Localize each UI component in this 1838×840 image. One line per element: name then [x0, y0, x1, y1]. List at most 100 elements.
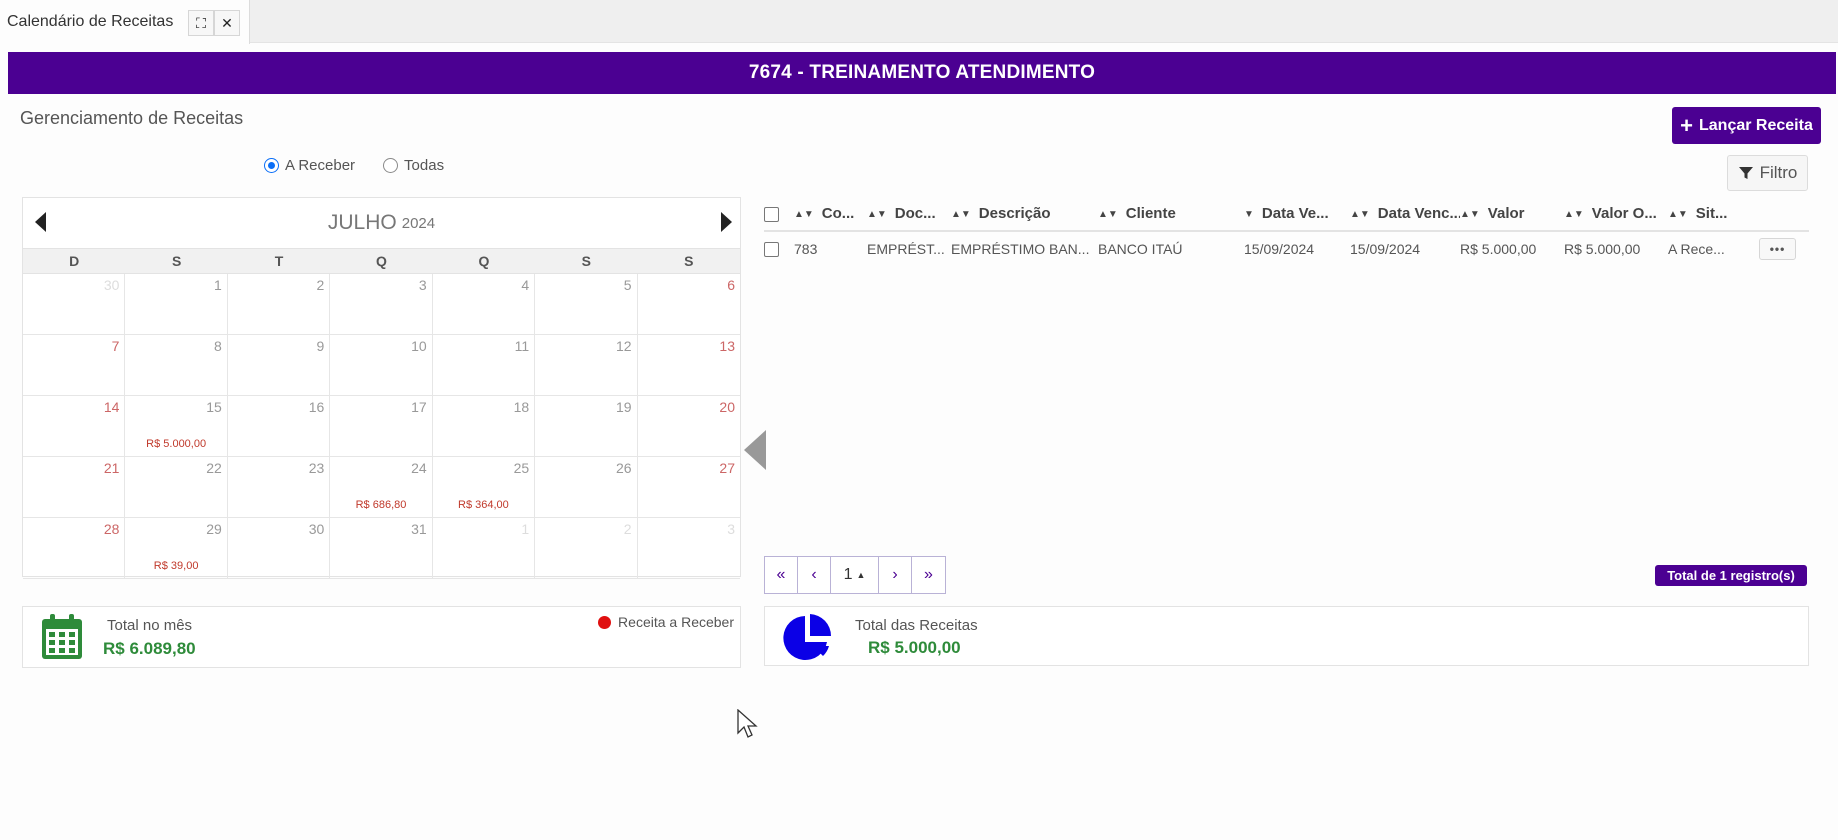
calendar-day-amount[interactable]: R$ 686,80 — [330, 499, 431, 511]
calendar-day[interactable]: 26 — [535, 457, 638, 518]
sort-icon: ▲▼ — [1350, 208, 1370, 220]
pie-chart-icon — [783, 614, 831, 660]
calendar-day[interactable]: 6 — [637, 274, 740, 335]
column-header[interactable]: ▲▼ Valor — [1460, 197, 1564, 232]
tab-calendario-receitas[interactable]: Calendário de Receitas ⛶ ✕ — [0, 0, 250, 44]
table-row[interactable]: 783 EMPRÉST... EMPRÉSTIMO BAN... BANCO I… — [764, 231, 1809, 265]
select-all-checkbox[interactable] — [764, 206, 779, 222]
column-header[interactable]: ▲▼ Data Venc.... — [1350, 197, 1460, 232]
calendar-day[interactable]: 20 — [637, 396, 740, 457]
calendar-day-number: 3 — [418, 277, 427, 293]
calendar-day[interactable]: 30 — [227, 518, 331, 579]
calendar-day-amount[interactable]: R$ 39,00 — [125, 560, 226, 572]
calendar-day[interactable]: 4 — [432, 274, 536, 335]
calendar-day[interactable]: 18 — [432, 396, 536, 457]
close-icon[interactable]: ✕ — [214, 10, 240, 36]
calendar-day[interactable]: 22 — [125, 457, 228, 518]
calendar-day[interactable]: 3 — [637, 518, 740, 579]
calendar-day[interactable]: 2 — [535, 518, 638, 579]
table-cell: 15/09/2024 — [1244, 240, 1315, 257]
legend: Receita a Receber — [598, 614, 734, 630]
calendar-day[interactable]: 7 — [23, 335, 126, 396]
company-banner: 7674 - TREINAMENTO ATENDIMENTO — [8, 52, 1836, 94]
radio-todas[interactable]: Todas — [383, 157, 444, 174]
prev-month-icon[interactable] — [35, 212, 46, 232]
expand-icon[interactable]: ⛶ — [188, 10, 214, 36]
sort-icon: ▲▼ — [1098, 208, 1118, 220]
row-checkbox[interactable] — [764, 241, 779, 257]
calendar-day[interactable]: 2 — [227, 274, 331, 335]
status-radio-group: A Receber Todas — [264, 157, 444, 174]
calendar-day[interactable]: 29 R$ 39,00 — [125, 518, 228, 579]
calendar-day[interactable]: 19 — [535, 396, 638, 457]
row-actions-button[interactable]: ••• — [1759, 237, 1796, 260]
total-summary-card: Total das Receitas R$ 5.000,00 — [764, 606, 1809, 666]
last-page-button[interactable]: » — [912, 557, 945, 593]
current-page-select[interactable]: 1 ▲ — [831, 557, 879, 593]
calendar-day-number: 15 — [206, 399, 222, 415]
column-header[interactable]: ▲▼ Sit... — [1668, 197, 1759, 232]
calendar-day[interactable]: 17 — [330, 396, 433, 457]
filter-icon — [1738, 167, 1753, 179]
calendar-day[interactable]: 1 — [125, 274, 228, 335]
calendar-day[interactable]: 30 — [23, 274, 126, 335]
calendar-day[interactable]: 16 — [227, 396, 331, 457]
month-summary-card: Total no mês R$ 6.089,80 Receita a Receb… — [22, 606, 741, 668]
calendar-day[interactable]: 27 — [637, 457, 740, 518]
calendar-day[interactable]: 3 — [330, 274, 433, 335]
calendar-day-amount[interactable]: R$ 5.000,00 — [125, 438, 226, 450]
page-title: Gerenciamento de Receitas — [20, 108, 244, 128]
column-header[interactable]: ▲▼ Co... — [794, 197, 867, 232]
calendar-day[interactable]: 13 — [637, 335, 740, 396]
collapse-panel-icon[interactable] — [744, 430, 766, 470]
column-header[interactable]: ▲▼ Doc... — [867, 197, 951, 232]
calendar-day-number: 19 — [615, 399, 632, 415]
radio-a-receber-dot[interactable] — [264, 158, 279, 173]
calendar-day-amount[interactable]: R$ 364,00 — [433, 499, 534, 511]
calendar-day-number: 2 — [316, 277, 325, 293]
radio-todas-dot[interactable] — [383, 158, 399, 173]
mouse-cursor-icon — [737, 709, 758, 738]
calendar-day-number: 9 — [316, 338, 325, 354]
column-header[interactable]: ▼ Data Ve... — [1244, 197, 1350, 232]
calendar-day[interactable]: 8 — [125, 335, 228, 396]
calendar-day[interactable]: 9 — [227, 335, 331, 396]
calendar-month: JULHO — [327, 211, 397, 234]
radio-a-receber[interactable]: A Receber — [264, 157, 355, 174]
column-header[interactable]: ▲▼ Descrição — [951, 197, 1098, 232]
next-page-button[interactable]: › — [879, 557, 912, 593]
calendar-year: 2024 — [401, 214, 436, 232]
calendar-day[interactable]: 10 — [330, 335, 433, 396]
prev-page-button[interactable]: ‹ — [798, 557, 831, 593]
calendar-day[interactable]: 12 — [535, 335, 638, 396]
calendar-day[interactable]: 24 R$ 686,80 — [330, 457, 433, 518]
calendar-day[interactable]: 11 — [432, 335, 536, 396]
column-header[interactable]: ▲▼ Cliente — [1098, 197, 1244, 232]
sort-icon: ▲▼ — [1564, 208, 1584, 220]
column-header[interactable]: ▲▼ Valor O... — [1564, 197, 1668, 232]
sort-icon: ▲▼ — [867, 208, 887, 220]
calendar-day[interactable]: 25 R$ 364,00 — [432, 457, 536, 518]
radio-todas-label: Todas — [404, 157, 445, 174]
calendar-day[interactable]: 31 — [330, 518, 433, 579]
calendar-day-number: 2 — [623, 521, 632, 537]
calendar-day[interactable]: 14 — [23, 396, 126, 457]
first-page-button[interactable]: « — [765, 557, 798, 593]
calendar-day[interactable]: 21 — [23, 457, 126, 518]
calendar-day-number: 16 — [308, 399, 325, 415]
calendar-grid: 30 1 2 3 4 5 6 7 8 9 10 11 12 13 14 15 R$ 5.000,00 16 17 18… — [23, 274, 740, 579]
sort-desc-icon: ▼ — [1244, 208, 1254, 220]
calendar-day-number: 11 — [514, 338, 530, 354]
calendar-day[interactable]: 28 — [23, 518, 126, 579]
calendar-day[interactable]: 23 — [227, 457, 331, 518]
calendar-day[interactable]: 5 — [535, 274, 638, 335]
calendar-day-number: 30 — [308, 521, 325, 537]
add-receita-button[interactable]: + Lançar Receita — [1672, 107, 1821, 144]
calendar-day-number: 20 — [719, 399, 735, 415]
next-month-icon[interactable] — [721, 212, 732, 232]
calendar-day[interactable]: 1 — [432, 518, 536, 579]
calendar-day-number: 7 — [111, 338, 120, 354]
filter-button[interactable]: Filtro — [1727, 155, 1808, 191]
calendar-day[interactable]: 15 R$ 5.000,00 — [125, 396, 228, 457]
table-cell: 783 — [794, 240, 818, 257]
